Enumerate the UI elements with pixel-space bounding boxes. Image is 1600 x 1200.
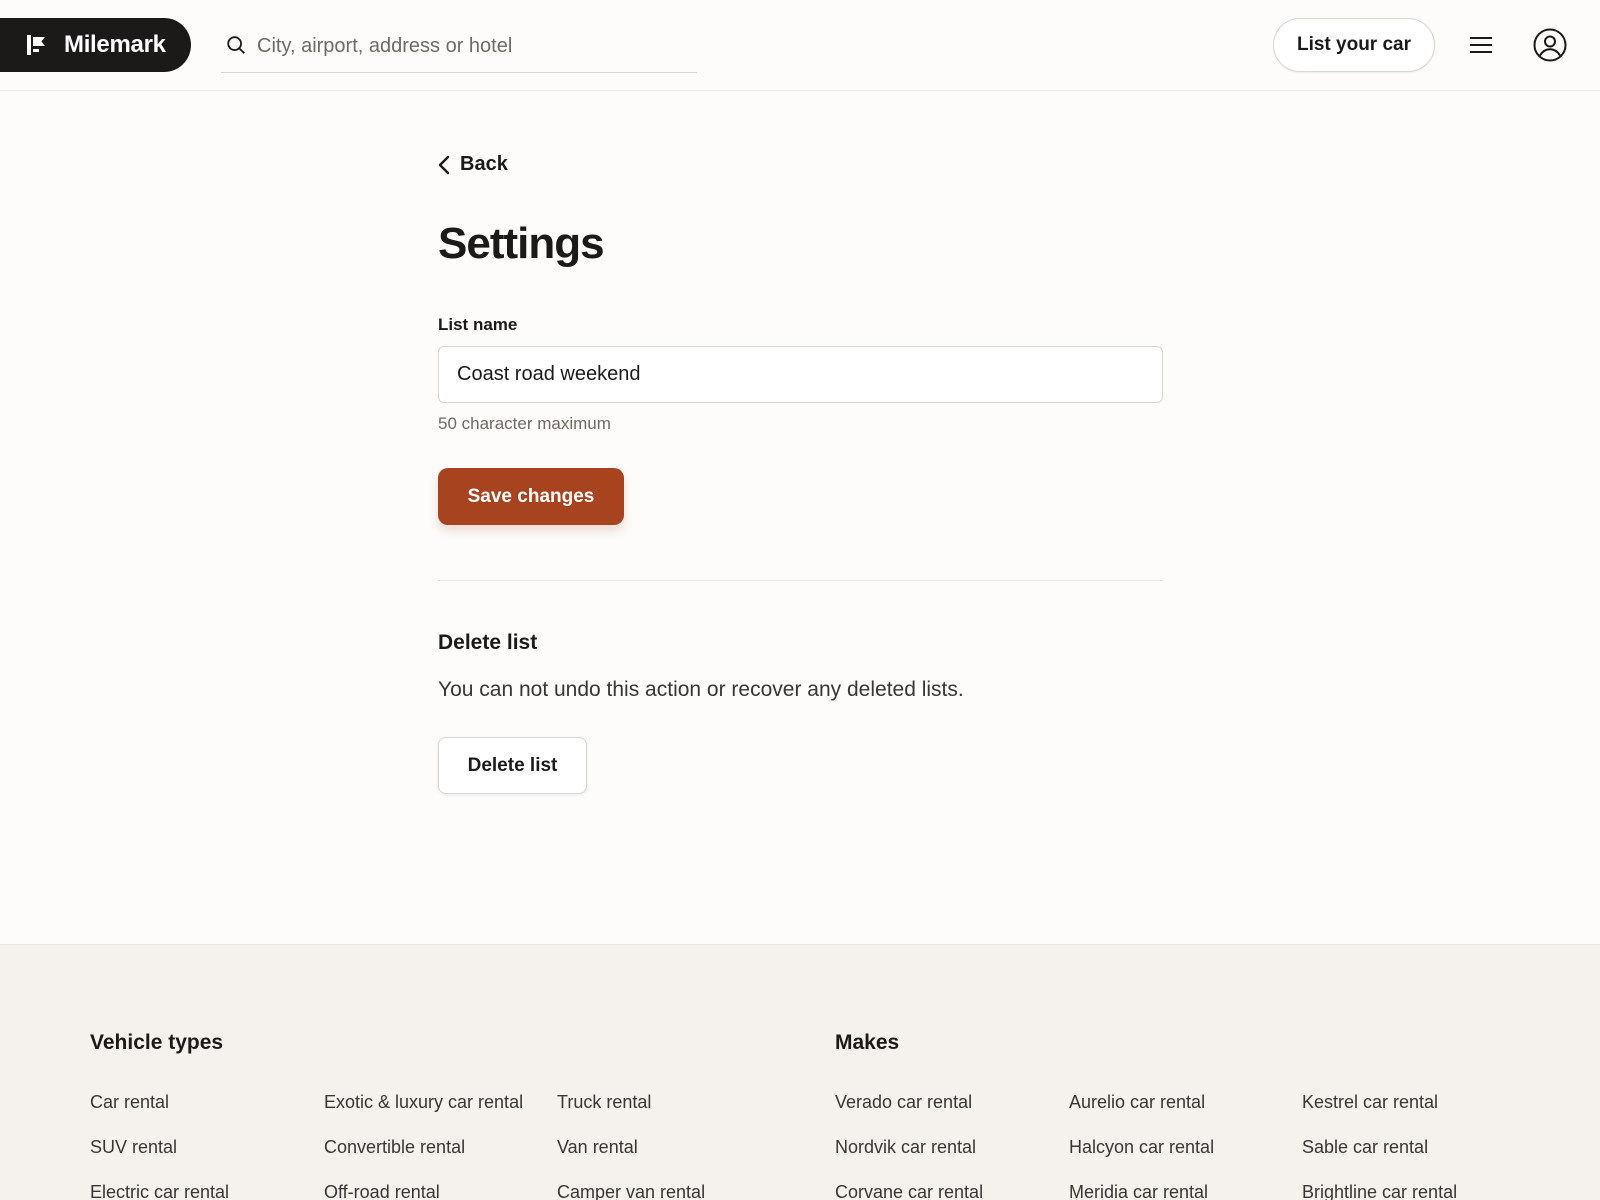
- back-link[interactable]: Back: [438, 153, 508, 176]
- back-label: Back: [460, 153, 508, 175]
- footer-link[interactable]: Corvane car rental: [835, 1181, 983, 1200]
- footer-link[interactable]: Brightline car rental: [1302, 1181, 1457, 1200]
- vehicle-types-column-2: Exotic & luxury car rental Convertible r…: [324, 1091, 523, 1200]
- user-account-icon[interactable]: [1533, 28, 1567, 62]
- character-limit-hint: 50 character maximum: [438, 414, 611, 433]
- delete-list-button[interactable]: Delete list: [438, 737, 587, 794]
- footer-link[interactable]: Van rental: [557, 1136, 705, 1159]
- list-name-label: List name: [438, 315, 518, 334]
- delete-list-heading: Delete list: [438, 631, 538, 654]
- vehicle-types-column-3: Truck rental Van rental Camper van renta…: [557, 1091, 705, 1200]
- chevron-left-icon: [438, 155, 450, 174]
- vehicle-types-heading: Vehicle types: [90, 1031, 224, 1054]
- footer-link[interactable]: Convertible rental: [324, 1136, 523, 1159]
- section-divider: [438, 580, 1163, 581]
- footer-link[interactable]: Nordvik car rental: [835, 1136, 983, 1159]
- makes-column-1: Verado car rental Nordvik car rental Cor…: [835, 1091, 983, 1200]
- footer-link[interactable]: Verado car rental: [835, 1091, 983, 1114]
- footer-link[interactable]: SUV rental: [90, 1136, 229, 1159]
- makes-column-3: Kestrel car rental Sable car rental Brig…: [1302, 1091, 1457, 1200]
- list-name-input[interactable]: [438, 346, 1163, 403]
- footer-link[interactable]: Truck rental: [557, 1091, 705, 1114]
- makes-heading: Makes: [835, 1031, 900, 1054]
- brand-name: Milemark: [64, 31, 166, 58]
- delete-warning-text: You can not undo this action or recover …: [438, 678, 964, 701]
- site-footer: Vehicle types Car rental SUV rental Elec…: [0, 944, 1600, 1200]
- footer-link[interactable]: Car rental: [90, 1091, 229, 1114]
- location-search: [221, 30, 697, 73]
- footer-link[interactable]: Halcyon car rental: [1069, 1136, 1214, 1159]
- list-your-car-button[interactable]: List your car: [1273, 18, 1435, 72]
- flag-logo-icon: [27, 35, 45, 55]
- footer-link[interactable]: Exotic & luxury car rental: [324, 1091, 523, 1114]
- footer-link[interactable]: Aurelio car rental: [1069, 1091, 1214, 1114]
- brand-logo[interactable]: Milemark: [0, 18, 191, 72]
- hamburger-menu-icon[interactable]: [1466, 30, 1496, 60]
- search-icon: [227, 36, 245, 54]
- footer-link[interactable]: Sable car rental: [1302, 1136, 1457, 1159]
- footer-link[interactable]: Meridia car rental: [1069, 1181, 1214, 1200]
- vehicle-types-column-1: Car rental SUV rental Electric car renta…: [90, 1091, 229, 1200]
- footer-link[interactable]: Electric car rental: [90, 1181, 229, 1200]
- makes-column-2: Aurelio car rental Halcyon car rental Me…: [1069, 1091, 1214, 1200]
- save-changes-button[interactable]: Save changes: [438, 468, 624, 525]
- top-nav: Milemark List your car: [0, 0, 1600, 91]
- footer-link[interactable]: Camper van rental: [557, 1181, 705, 1200]
- footer-link[interactable]: Kestrel car rental: [1302, 1091, 1457, 1114]
- footer-link[interactable]: Off-road rental: [324, 1181, 523, 1200]
- search-input[interactable]: [257, 30, 677, 62]
- page-title: Settings: [438, 219, 605, 268]
